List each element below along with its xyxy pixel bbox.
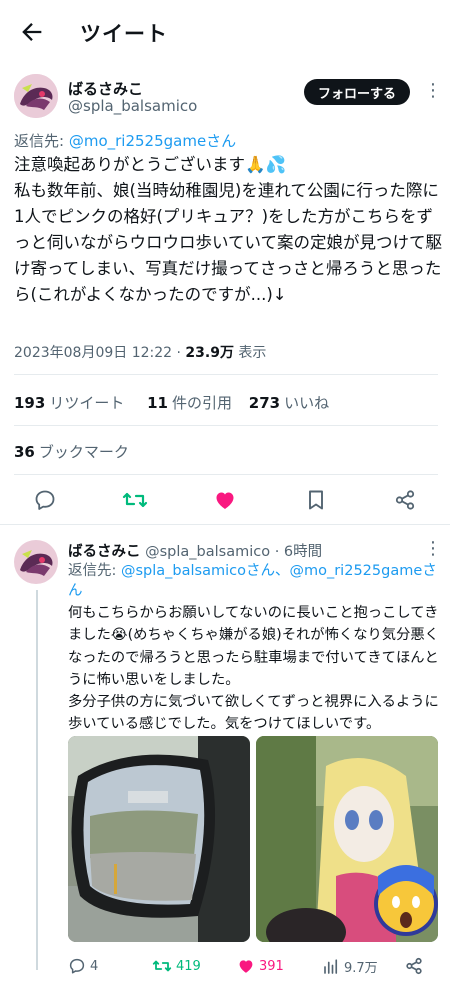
- divider: [0, 524, 450, 525]
- reply-reply-action[interactable]: 4: [68, 957, 98, 975]
- page-title: ツイート: [80, 22, 168, 46]
- retweet-count: 419: [176, 958, 201, 974]
- tweet-text-line: 注意喚起ありがとうございます🙏💦: [14, 155, 287, 174]
- bookmarks-stat[interactable]: 36 ブックマーク: [14, 441, 129, 462]
- tweet-text: 注意喚起ありがとうございます🙏💦 私も数年前、娘(当時幼稚園児)を連れて公園に行…: [14, 152, 442, 308]
- like-count: 391: [259, 958, 284, 974]
- mirror-photo: [68, 736, 250, 942]
- thread-line: [36, 590, 38, 970]
- divider: [14, 474, 438, 475]
- engagement-stats: 193 リツイート 11 件の引用 273 いいね: [14, 392, 329, 413]
- reply-icon: [69, 958, 85, 974]
- costume-photo: [256, 736, 438, 942]
- views-label: 表示: [233, 345, 267, 361]
- reply-views-action[interactable]: 9.7万: [322, 957, 378, 976]
- user-handle[interactable]: @spla_balsamico: [68, 97, 197, 115]
- like-icon: [239, 960, 253, 973]
- reply-like-action[interactable]: 391: [237, 957, 284, 975]
- tweet-meta: 2023年08月09日 12:22 · 23.9万 表示: [14, 342, 266, 362]
- follow-button[interactable]: フォローする: [304, 79, 410, 105]
- divider: [14, 425, 438, 426]
- retweets-stat[interactable]: 193 リツイート: [14, 394, 124, 412]
- media-image-costume[interactable]: [256, 736, 438, 942]
- reply-to-link[interactable]: @spla_balsamicoさん、@mo_ri2525gameさん: [68, 563, 437, 599]
- more-options-icon[interactable]: ⋮: [424, 82, 442, 100]
- reply-text: 何もこちらからお願いしてないのに長いこと抱っこしてきました😭(めちゃくちゃ嫌がる…: [68, 602, 440, 736]
- divider: [14, 374, 438, 375]
- reply-handle[interactable]: @spla_balsamico: [145, 544, 270, 560]
- reply-to: 返信先: @mo_ri2525gameさん: [14, 130, 236, 151]
- reply-count: 4: [90, 958, 99, 974]
- views-icon: [324, 958, 338, 974]
- quotes-stat[interactable]: 11 件の引用: [147, 394, 232, 412]
- retweet-icon[interactable]: [122, 488, 148, 512]
- reply-header: ばるさみこ @spla_balsamico · 6時間: [68, 540, 322, 561]
- reply-text-line: 多分子供の方に気づいて欲しくてずっと視界に入るように歩いている感じでした。気をつ…: [68, 694, 439, 733]
- reply-to: 返信先: @spla_balsamicoさん、@mo_ri2525gameさん: [68, 561, 440, 601]
- avatar-image: [14, 540, 58, 584]
- reply-to-link[interactable]: @mo_ri2525gameさん: [69, 132, 236, 150]
- avatar[interactable]: [14, 74, 58, 118]
- tweet-text-line: 私も数年前、娘(当時幼稚園児)を連れて公園に行った際に1人でピンクの格好(プリキ…: [14, 181, 443, 304]
- reply-display-name[interactable]: ばるさみこ: [68, 544, 141, 560]
- reply-prefix: 返信先:: [68, 563, 121, 579]
- views-count: 9.7万: [344, 961, 378, 976]
- share-icon[interactable]: [393, 488, 417, 512]
- avatar-image: [14, 74, 58, 118]
- reply-retweet-action[interactable]: 419: [152, 957, 201, 975]
- reply-avatar[interactable]: [14, 540, 58, 584]
- bookmark-icon[interactable]: [304, 488, 328, 512]
- reply-prefix: 返信先:: [14, 132, 69, 150]
- views-count: 23.9万: [185, 345, 234, 361]
- reply-icon[interactable]: [33, 488, 57, 512]
- reply-text-line: 何もこちらからお願いしてないのに長いこと抱っこしてきました😭(めちゃくちゃ嫌がる…: [68, 605, 439, 688]
- top-bar: ツイート: [0, 0, 450, 64]
- reply-share-icon[interactable]: [404, 956, 424, 976]
- media-image-mirror[interactable]: [68, 736, 250, 942]
- likes-stat[interactable]: 273 いいね: [249, 394, 329, 412]
- like-icon[interactable]: [213, 488, 237, 512]
- reply-more-options-icon[interactable]: ⋮: [424, 540, 442, 558]
- display-name[interactable]: ばるさみこ: [68, 78, 143, 99]
- retweet-icon: [152, 960, 172, 972]
- back-arrow-icon[interactable]: [18, 18, 46, 46]
- tweet-datetime[interactable]: 2023年08月09日 12:22 ·: [14, 345, 185, 361]
- reply-time[interactable]: · 6時間: [270, 544, 322, 560]
